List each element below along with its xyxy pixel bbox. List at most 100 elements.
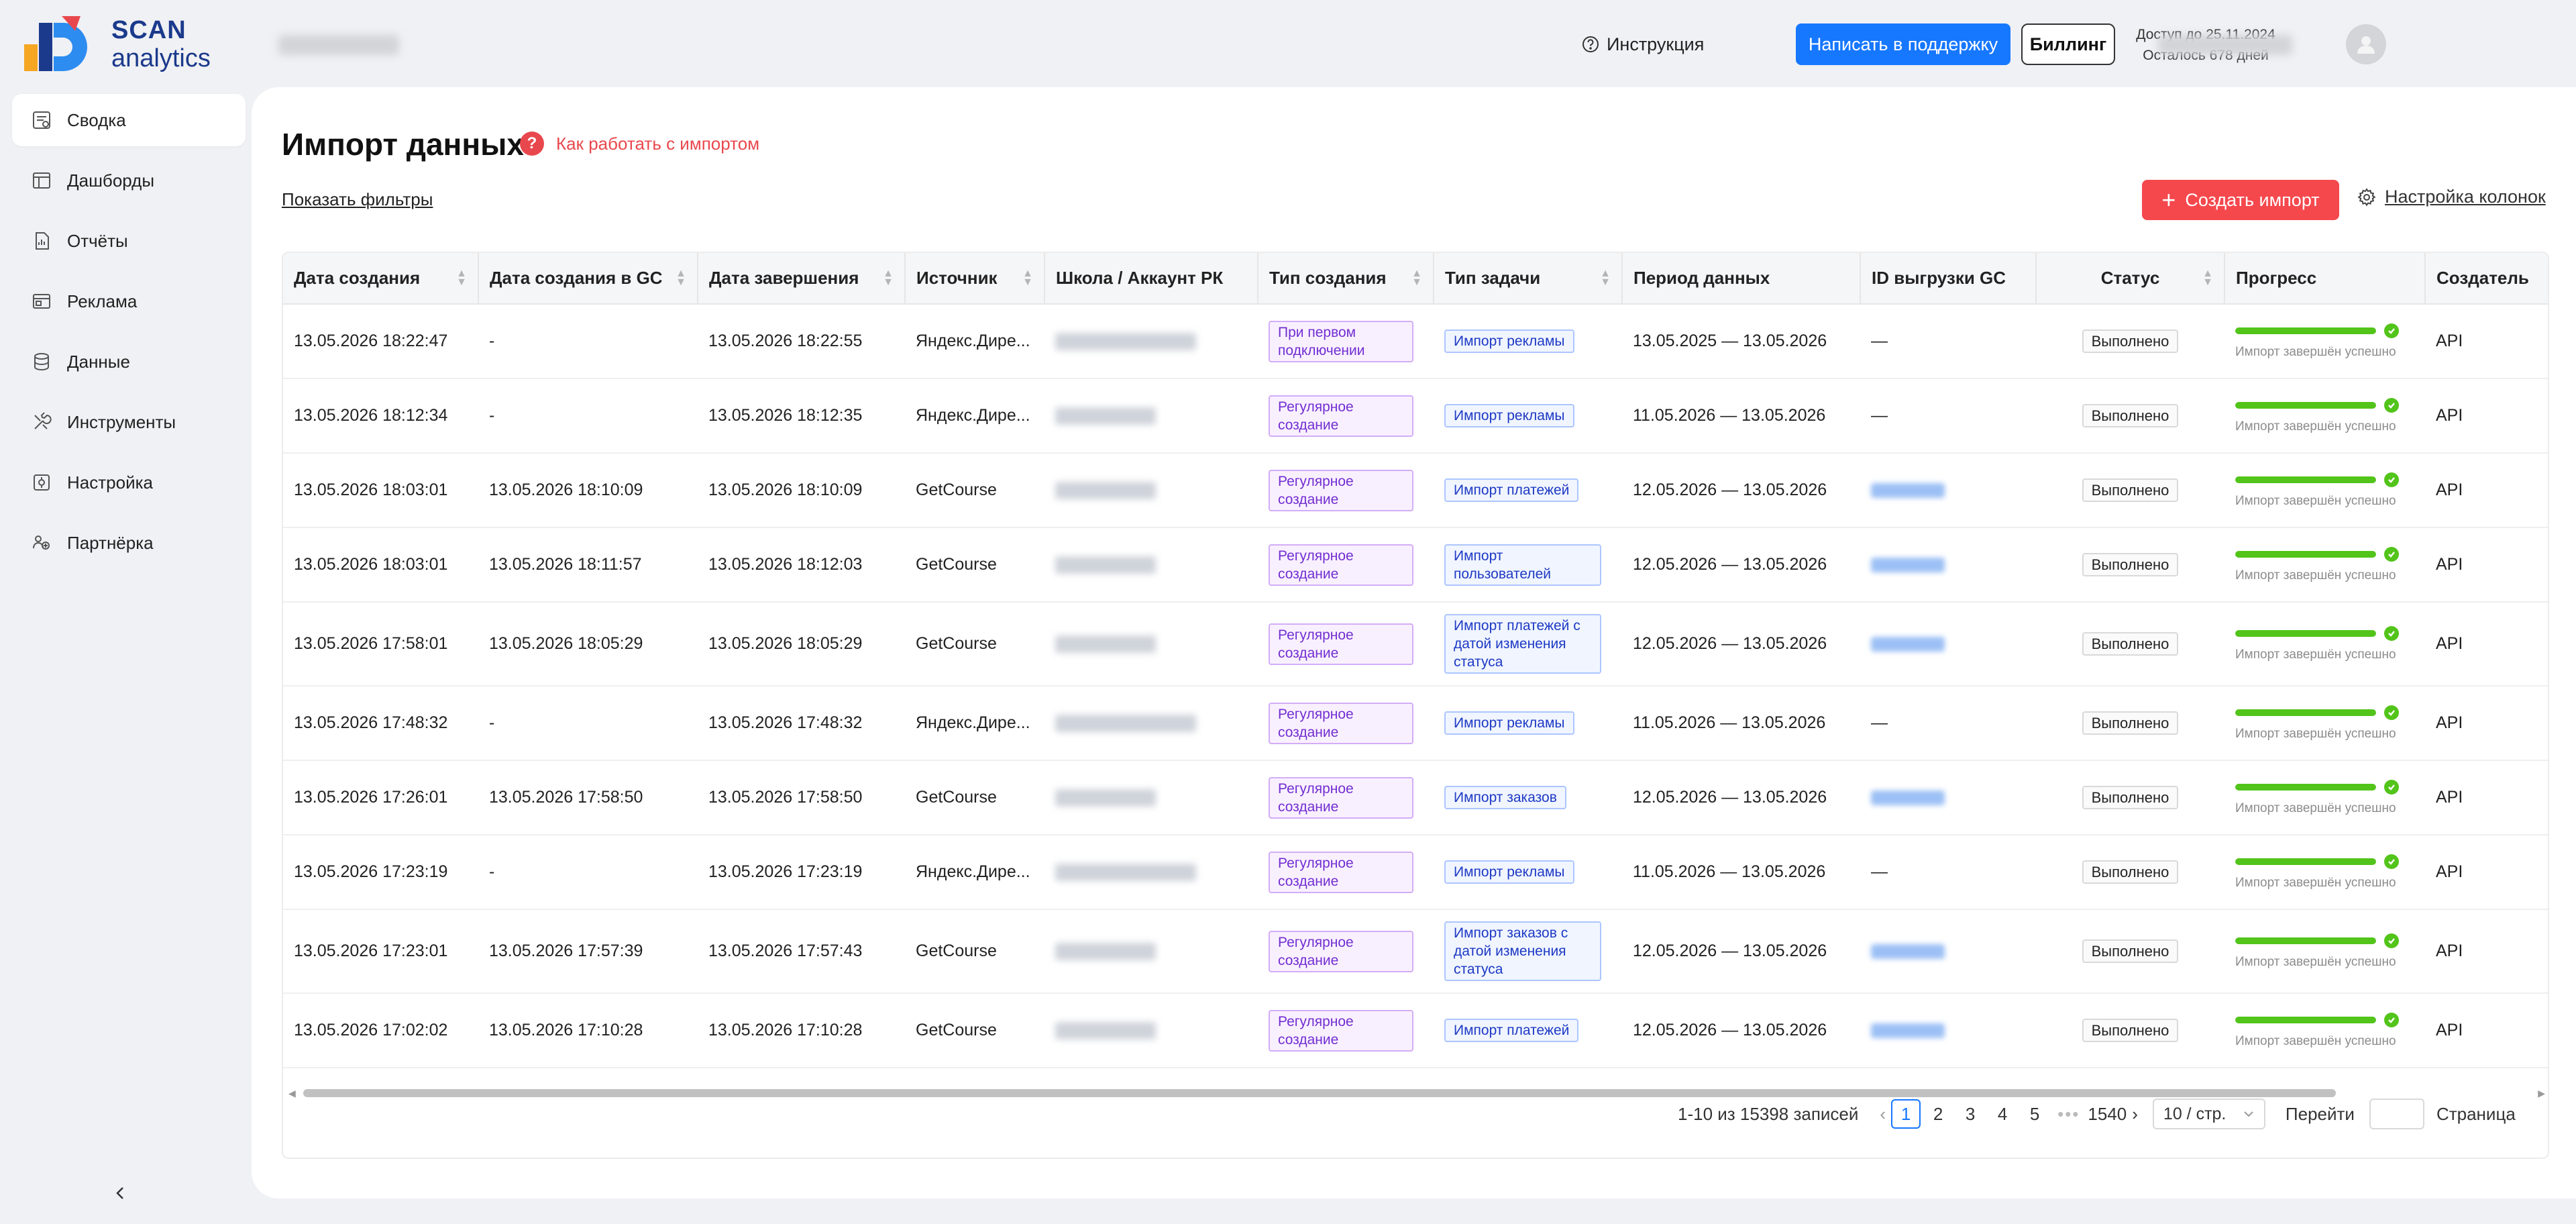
instruction-link[interactable]: Инструкция [1581, 31, 1704, 58]
sort-icon[interactable]: ▲ ▼ [2202, 268, 2213, 288]
main-panel: Импорт данных ? Как работать с импортом … [252, 87, 2576, 1198]
page-last[interactable]: 1540 [2088, 1099, 2127, 1129]
avatar[interactable] [2346, 24, 2386, 64]
sidebar-item-reports[interactable]: Отчёты [12, 215, 246, 267]
column-header-created-gc[interactable]: Дата создания в GC ▲ ▼ [478, 253, 698, 305]
blurred-school-name [1055, 635, 1156, 654]
sort-icon[interactable]: ▲ ▼ [1600, 268, 1611, 288]
blurred-gc-id-link[interactable] [1871, 637, 1945, 652]
sidebar-item-summary[interactable]: Сводка [12, 94, 246, 146]
column-header-task-type[interactable]: Тип задачи ▲ ▼ [1434, 253, 1623, 305]
table-row[interactable]: 13.05.2026 17:23:01 13.05.2026 17:57:39 13… [283, 909, 2548, 994]
cell-gc-id [1860, 602, 2036, 686]
creation-type-tag: Регулярное создание [1269, 702, 1413, 744]
sort-icon[interactable]: ▲ ▼ [676, 268, 686, 288]
blurred-user-name[interactable] [2158, 35, 2292, 55]
support-button[interactable]: Написать в поддержку [1796, 23, 2010, 65]
blurred-gc-id-link[interactable] [1871, 558, 1945, 573]
column-header-source[interactable]: Источник ▲ ▼ [905, 253, 1045, 305]
table-row[interactable]: 13.05.2026 17:02:02 13.05.2026 17:10:28 13… [283, 993, 2548, 1068]
page-label: Страница [2436, 1103, 2516, 1124]
cell-status: Выполнено [2036, 304, 2224, 379]
task-type-tag: Импорт заказов [1444, 786, 1566, 809]
table-row[interactable]: 13.05.2026 17:26:01 13.05.2026 17:58:50 13… [283, 760, 2548, 835]
sort-icon[interactable]: ▲ ▼ [456, 268, 467, 288]
column-header-period: Период данных [1622, 253, 1861, 305]
blurred-school-name [1055, 715, 1196, 733]
gc-id-value: — [1871, 332, 1888, 350]
cell-created-gc: 13.05.2026 18:11:57 [478, 527, 698, 603]
sort-icon[interactable]: ▲ ▼ [883, 268, 894, 288]
table-row[interactable]: 13.05.2026 18:03:01 13.05.2026 18:11:57 13… [283, 527, 2548, 603]
table-row[interactable]: 13.05.2026 18:12:34-13.05.2026 18:12:35 Я… [283, 378, 2548, 454]
cell-source: GetCourse [905, 527, 1044, 603]
progress-fill [2235, 858, 2376, 865]
sidebar-item-label: Дашборды [67, 170, 154, 191]
page-3[interactable]: 3 [1955, 1099, 1985, 1129]
cell-progress: Импорт завершён успешно [2224, 453, 2425, 528]
page-2[interactable]: 2 [1923, 1099, 1953, 1129]
blurred-account-selector[interactable] [278, 35, 399, 55]
progress-fill [2235, 709, 2376, 716]
import-help-link[interactable]: ? Как работать с импортом [520, 130, 759, 157]
pagination-ellipsis[interactable]: ••• [2057, 1104, 2080, 1125]
table-row[interactable]: 13.05.2026 17:58:01 13.05.2026 18:05:29 13… [283, 602, 2548, 686]
column-header-status[interactable]: Статус ▲ ▼ [2036, 253, 2225, 305]
scroll-left-icon[interactable]: ◀ [288, 1088, 296, 1099]
sort-icon[interactable]: ▲ ▼ [1022, 268, 1033, 288]
report-icon [30, 229, 54, 253]
page-5[interactable]: 5 [2020, 1099, 2049, 1129]
column-header-created[interactable]: Дата создания ▲ ▼ [283, 253, 479, 305]
pagination: 1-10 из 15398 записей ‹ 1 2 3 4 5 ••• 15… [1678, 1097, 2516, 1131]
prev-page-icon[interactable]: ‹ [1880, 1104, 1886, 1125]
task-type-tag: Импорт рекламы [1444, 711, 1574, 735]
scrollbar-thumb[interactable] [303, 1089, 2336, 1097]
cell-creation-type: Регулярное создание [1258, 686, 1434, 761]
sidebar-item-label: Отчёты [67, 230, 128, 251]
table-row[interactable]: 13.05.2026 17:48:32-13.05.2026 17:48:32 Я… [283, 686, 2548, 761]
cell-status: Выполнено [2036, 993, 2224, 1068]
column-header-school: Школа / Аккаунт РК [1044, 253, 1258, 305]
progress-message: Импорт завершён успешно [2235, 875, 2396, 890]
table-row[interactable]: 13.05.2026 17:23:19-13.05.2026 17:23:19 Я… [283, 835, 2548, 910]
scroll-right-icon[interactable]: ▶ [2538, 1088, 2545, 1099]
cell-created: 13.05.2026 18:03:01 [283, 527, 478, 603]
cell-finished: 13.05.2026 17:48:32 [698, 686, 905, 761]
blurred-gc-id-link[interactable] [1871, 790, 1945, 806]
column-settings-label: Настройка колонок [2385, 187, 2546, 207]
creation-type-tag: Регулярное создание [1269, 776, 1413, 819]
next-page-icon[interactable]: › [2132, 1104, 2138, 1125]
page-4[interactable]: 4 [1988, 1099, 2017, 1129]
collapse-sidebar-button[interactable] [107, 1180, 134, 1207]
sidebar-item-dashboards[interactable]: Дашборды [12, 154, 246, 207]
cell-gc-id [1860, 909, 2036, 994]
column-settings-link[interactable]: Настройка колонок [2357, 187, 2546, 207]
cell-finished: 13.05.2026 18:12:35 [698, 378, 905, 454]
column-header-creation-type[interactable]: Тип создания ▲ ▼ [1258, 253, 1434, 305]
cell-school [1044, 602, 1258, 686]
logo[interactable]: SCAN analytics [24, 13, 219, 74]
cell-created-gc: - [478, 304, 698, 379]
sort-icon[interactable]: ▲ ▼ [1411, 268, 1422, 288]
page-size-select[interactable]: 10 / стр. [2152, 1099, 2265, 1129]
sidebar-item-tools[interactable]: Инструменты [12, 396, 246, 448]
blurred-gc-id-link[interactable] [1871, 1023, 1945, 1039]
show-filters-link[interactable]: Показать фильтры [282, 189, 433, 210]
sidebar-item-data[interactable]: Данные [12, 336, 246, 388]
create-import-button[interactable]: + Создать импорт [2142, 180, 2339, 220]
goto-page-input[interactable] [2369, 1099, 2424, 1129]
table-row[interactable]: 13.05.2026 18:22:47-13.05.2026 18:22:55 Я… [283, 304, 2548, 379]
blurred-gc-id-link[interactable] [1871, 944, 1945, 960]
column-header-finished[interactable]: Дата завершения ▲ ▼ [698, 253, 906, 305]
billing-button[interactable]: Биллинг [2021, 23, 2115, 65]
progress-bar [2235, 705, 2414, 720]
sidebar-item-ads[interactable]: Реклама [12, 275, 246, 327]
cell-source: GetCourse [905, 453, 1044, 528]
progress-bar [2235, 546, 2414, 562]
table-row[interactable]: 13.05.2026 18:03:01 13.05.2026 18:10:09 13… [283, 453, 2548, 528]
cell-created-gc: - [478, 835, 698, 910]
sidebar-item-settings[interactable]: Настройка [12, 456, 246, 509]
blurred-gc-id-link[interactable] [1871, 483, 1945, 499]
sidebar-item-partner[interactable]: Партнёрка [12, 517, 246, 569]
page-1[interactable]: 1 [1891, 1099, 1921, 1129]
